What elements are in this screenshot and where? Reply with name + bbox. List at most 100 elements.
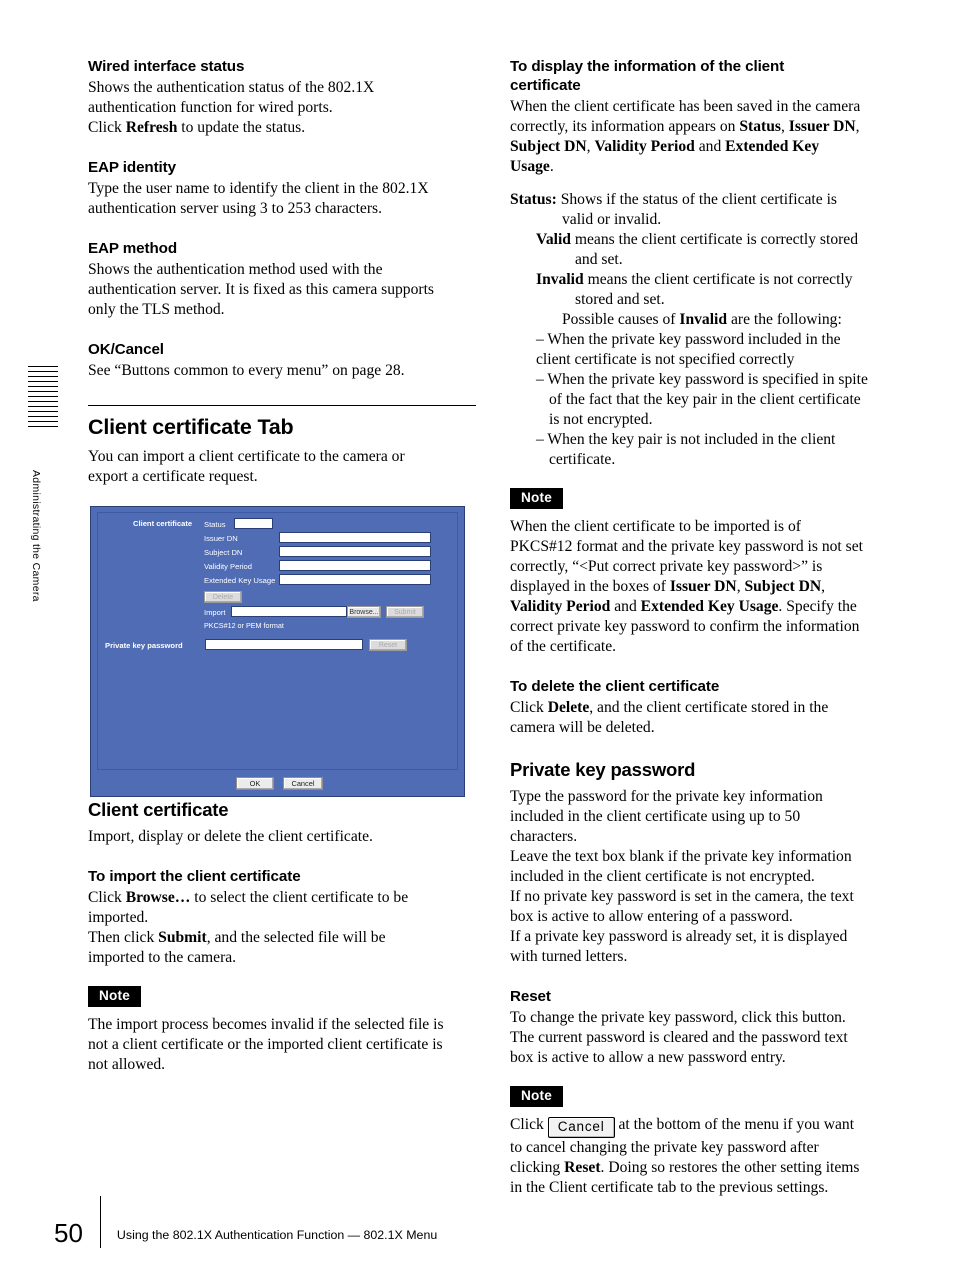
bold-invalid-inline: Invalid	[679, 311, 728, 328]
bold-reset: Reset	[564, 1158, 601, 1176]
paragraph-client-certificate: Import, display or delete the client cer…	[88, 827, 373, 845]
screenshot-label-status: Status	[204, 520, 226, 529]
text-line: You can import a client certificate to t…	[88, 448, 405, 466]
bold-invalid-term: Invalid	[536, 270, 584, 288]
bold-issuer-dn-2: Issuer DN	[669, 577, 737, 595]
definition-status: Status: Shows if the status of the clien…	[510, 190, 898, 210]
definition-valid-cont: and set.	[575, 250, 623, 268]
paragraph-note-right-2: Click Cancel at the bottom of the menu i…	[510, 1115, 860, 1196]
bold-extended-key-usage-2: Extended Key Usage	[640, 597, 779, 615]
screenshot-input-private-key-password[interactable]	[205, 639, 363, 650]
paragraph-client-certificate-tab-intro: You can import a client certificate to t…	[88, 447, 476, 487]
bold-submit: Submit	[158, 928, 207, 946]
paragraph-private-key-password: Type the password for the private key in…	[510, 787, 898, 967]
bold-validity-period: Validity Period	[594, 137, 695, 155]
paragraph-note-left: The import process becomes invalid if th…	[88, 1015, 476, 1075]
screenshot-reset-button[interactable]: Reset	[369, 639, 407, 651]
footer-text: Using the 802.1X Authentication Function…	[116, 1228, 438, 1242]
screenshot-ok-button[interactable]: OK	[236, 777, 274, 790]
text-line: Type the password for the private key in…	[510, 787, 823, 805]
text-line: The current password is cleared and the …	[510, 1028, 848, 1046]
bold-status-term: Status:	[510, 190, 557, 208]
screenshot-input-extended-key-usage[interactable]	[279, 574, 431, 585]
bold-valid-term: Valid	[536, 230, 571, 248]
text-click-word: Click	[510, 1115, 544, 1133]
text-line: When the client certificate to be import…	[510, 517, 801, 535]
screenshot-input-import-path[interactable]	[231, 606, 347, 617]
text-line: not a client certificate or the imported…	[88, 1035, 443, 1053]
note-box-left: Note The import process becomes invalid …	[88, 985, 476, 1075]
screenshot-label-extended-key-usage: Extended Key Usage	[204, 576, 276, 585]
text-line: Shows the authentication status of the 8…	[88, 78, 375, 96]
paragraph-ok-cancel: See “Buttons common to every menu” on pa…	[88, 361, 405, 379]
heading-private-key-password: Private key password	[510, 758, 696, 780]
text-line: of the fact that the key pair in the cli…	[549, 391, 861, 409]
paragraph-wired-interface-status: Shows the authentication status of the 8…	[88, 78, 375, 136]
bold-delete: Delete	[547, 698, 590, 716]
screenshot-input-validity-period[interactable]	[279, 560, 431, 571]
screenshot-label-private-key-password: Private key password	[105, 641, 183, 650]
text-line: When the private key password is specifi…	[547, 371, 868, 389]
text-line: means the client certificate is correctl…	[574, 230, 859, 248]
screenshot-input-subject-dn[interactable]	[279, 546, 431, 557]
bold-subject-dn-2: Subject DN	[744, 577, 822, 595]
text-line: When the key pair is not included in the…	[547, 431, 836, 449]
screenshot-label-issuer-dn: Issuer DN	[204, 534, 238, 543]
bold-status: Status	[739, 117, 781, 135]
heading-client-certificate: Client certificate	[88, 799, 229, 821]
screenshot-browse-button[interactable]: Browse...	[347, 606, 381, 618]
bold-issuer-dn: Issuer DN	[788, 117, 856, 135]
heading-wired-interface-status: Wired interface status	[88, 58, 245, 75]
text-line: If no private key password is set in the…	[510, 887, 854, 905]
text-line: When the private key password included i…	[547, 331, 841, 349]
heading-line-1: To display the information of the client	[510, 58, 785, 75]
heading-eap-method: EAP method	[88, 239, 178, 257]
text-line: authentication server using 3 to 253 cha…	[88, 199, 383, 217]
page-footer: 50 Using the 802.1X Authentication Funct…	[54, 1190, 438, 1248]
paragraph-display-info-intro: When the client certificate has been sav…	[510, 97, 861, 175]
screenshot-cancel-button[interactable]: Cancel	[283, 777, 323, 790]
cause-item: – When the private key password is speci…	[536, 371, 868, 429]
screenshot-label-import: Import	[204, 608, 226, 617]
text-line: at the bottom of the menu if you want	[618, 1115, 855, 1133]
paragraph-to-import-client-certificate: Click Browse… to select the client certi…	[88, 888, 409, 966]
cause-item: – When the key pair is not included in t…	[536, 431, 836, 469]
inline-cancel-button-glyph[interactable]: Cancel	[547, 1116, 615, 1138]
screenshot-delete-button[interactable]: Delete	[204, 591, 242, 603]
cause-item: – When the private key password included…	[510, 330, 898, 370]
screenshot-submit-button[interactable]: Submit	[386, 606, 424, 618]
screenshot-input-status[interactable]	[234, 518, 273, 529]
definition-status-cont: valid or invalid.	[562, 210, 662, 228]
screenshot-input-issuer-dn[interactable]	[279, 532, 431, 543]
side-tab-label: Administrating the Camera	[30, 470, 42, 602]
text-line: If a private key password is already set…	[510, 928, 848, 946]
text-line: in the Client certificate tab to the pre…	[510, 1178, 829, 1196]
text-line: Shows if the status of the client certif…	[560, 190, 837, 208]
heading-reset: Reset	[510, 988, 551, 1006]
screenshot-label-validity-period: Validity Period	[204, 562, 252, 571]
text-line: export a certificate request.	[88, 468, 258, 486]
page-title-client-certificate-tab: Client certificate Tab	[88, 414, 294, 439]
heading-to-delete-client-certificate: To delete the client certificate	[510, 678, 720, 696]
camera-web-ui-screenshot: Client certificate Status Issuer DN Subj…	[90, 506, 465, 797]
text-line: not allowed.	[88, 1055, 166, 1073]
definition-invalid-cont: stored and set.	[575, 290, 665, 308]
bold-extended-key: Extended Key	[725, 137, 820, 155]
text-line: Leave the text box blank if the private …	[510, 847, 852, 865]
text-line: Shows the authentication method used wit…	[88, 260, 383, 278]
page-number: 50	[54, 1218, 83, 1248]
text-line: box is active to allow a new password en…	[510, 1048, 786, 1066]
text-line: correct private key password to confirm …	[510, 618, 860, 635]
text-line: correctly, “<Put correct private key pas…	[510, 557, 823, 575]
note-badge: Note	[510, 1086, 564, 1107]
bold-browse: Browse…	[125, 888, 191, 906]
text-line: certificate.	[549, 451, 616, 469]
text-line: authentication function for wired ports.	[88, 98, 333, 116]
text-line: The import process becomes invalid if th…	[88, 1015, 444, 1033]
